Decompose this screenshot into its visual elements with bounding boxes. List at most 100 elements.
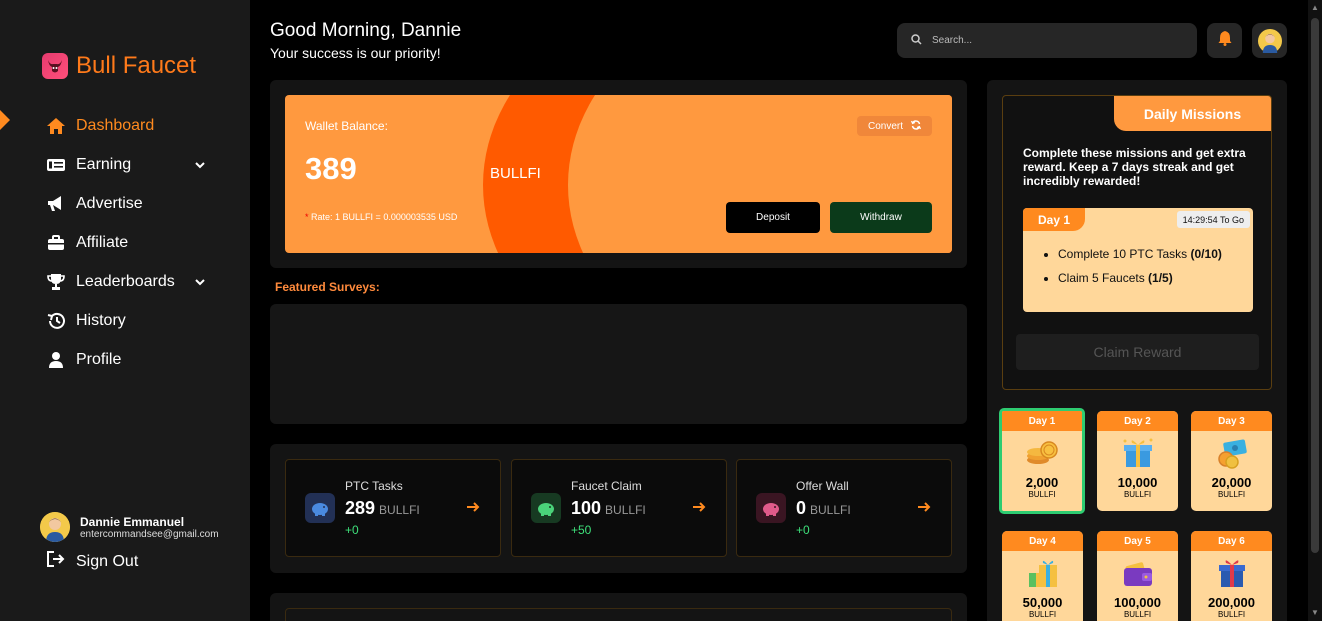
stat-number: 100: [571, 498, 602, 518]
arrow-right-icon[interactable]: [692, 500, 706, 518]
wallet-icon: [1097, 551, 1178, 595]
stat-delta: +0: [345, 523, 359, 537]
sidebar-item-label: Profile: [76, 350, 122, 368]
money-card-icon: [46, 155, 66, 175]
withdraw-button[interactable]: Withdraw: [830, 202, 932, 233]
day-card-1[interactable]: Day 1 2,000 BULLFI: [999, 408, 1085, 514]
gift-box-icon: [1097, 431, 1178, 475]
day-label: Day 3: [1191, 411, 1272, 431]
stat-card-faucet[interactable]: Faucet Claim 100 BULLFI +50: [511, 459, 727, 557]
sidebar-item-dashboard[interactable]: Dashboard: [46, 106, 206, 145]
active-nav-marker: [0, 110, 10, 130]
mission-task-list: Complete 10 PTC Tasks (0/10) Claim 5 Fau…: [1058, 247, 1222, 295]
scroll-down-icon[interactable]: ▼: [1311, 608, 1319, 617]
list-item: Complete 10 PTC Tasks (0/10): [1058, 247, 1222, 261]
sign-out-label: Sign Out: [76, 552, 139, 570]
search-icon: [911, 32, 922, 50]
mission-timer: 14:29:54 To Go: [1176, 211, 1250, 228]
user-email: entercommandsee@gmail.com: [80, 528, 219, 540]
chevron-down-icon[interactable]: [194, 156, 206, 174]
notifications-button[interactable]: [1207, 23, 1242, 58]
wallet-label: Wallet Balance:: [305, 119, 388, 133]
day-amount: 10,000: [1117, 475, 1158, 490]
piggy-bank-icon: [531, 493, 561, 523]
stat-card-offerwall[interactable]: Offer Wall 0 BULLFI +0: [736, 459, 952, 557]
app: Bull Faucet Dashboard Earning Advertise …: [0, 0, 1322, 621]
day-unit: BULLFI: [1028, 490, 1056, 499]
day-label: Day 2: [1097, 411, 1178, 431]
stat-value: 100 BULLFI: [571, 498, 646, 519]
scrollbar-thumb[interactable]: [1311, 18, 1319, 553]
sign-out-button[interactable]: Sign Out: [46, 550, 138, 573]
sidebar-item-earning[interactable]: Earning: [46, 145, 206, 184]
arrow-right-icon[interactable]: [466, 500, 480, 518]
missions-description: Complete these missions and get extra re…: [1023, 146, 1246, 188]
stat-delta: +0: [796, 523, 810, 537]
scroll-up-icon[interactable]: ▲: [1311, 3, 1319, 12]
convert-button[interactable]: Convert: [857, 116, 932, 136]
task-text: Complete 10 PTC Tasks: [1058, 247, 1188, 261]
piggy-bank-icon: [756, 493, 786, 523]
user-info[interactable]: Dannie Emmanuel entercommandsee@gmail.co…: [40, 512, 219, 542]
coins-icon: [1002, 431, 1082, 475]
arrow-right-icon[interactable]: [917, 500, 931, 518]
page-scrollbar[interactable]: ▲ ▼: [1308, 0, 1322, 621]
task-text: Claim 5 Faucets: [1058, 271, 1145, 285]
present-icon: [1191, 551, 1272, 595]
piggy-bank-icon: [305, 493, 335, 523]
sidebar-item-advertise[interactable]: Advertise: [46, 184, 206, 223]
day-card-6[interactable]: Day 6 200,000 BULLFI: [1191, 531, 1272, 621]
logo[interactable]: Bull Faucet: [42, 52, 196, 80]
stat-title: Offer Wall: [796, 479, 849, 493]
list-item: Claim 5 Faucets (1/5): [1058, 271, 1222, 285]
history-icon: [46, 311, 66, 331]
stat-value: 289 BULLFI: [345, 498, 420, 519]
greeting: Good Morning, Dannie Your success is our…: [270, 20, 461, 61]
featured-surveys-title: Featured Surveys:: [275, 280, 380, 294]
day-card-3[interactable]: Day 3 20,000 BULLFI: [1191, 411, 1272, 511]
chevron-down-icon[interactable]: [194, 273, 206, 291]
stat-number: 0: [796, 498, 807, 518]
refresh-icon: [910, 119, 922, 133]
sidebar-item-label: History: [76, 311, 126, 329]
sidebar-item-label: Leaderboards: [76, 272, 175, 290]
mission-day-card: Day 1 14:29:54 To Go Complete 10 PTC Tas…: [1023, 208, 1253, 312]
sidebar-item-history[interactable]: History: [46, 301, 206, 340]
sidebar-item-label: Affiliate: [76, 233, 129, 251]
convert-label: Convert: [867, 120, 903, 132]
sidebar-item-leaderboards[interactable]: Leaderboards: [46, 262, 206, 301]
trophy-icon: [46, 272, 66, 292]
stat-number: 289: [345, 498, 376, 518]
sidebar-item-label: Advertise: [76, 194, 143, 212]
bell-icon: [1218, 30, 1232, 51]
profile-avatar-button[interactable]: [1252, 23, 1287, 58]
stat-value: 0 BULLFI: [796, 498, 851, 519]
day-amount: 2,000: [1025, 475, 1059, 490]
stat-unit: BULLFI: [810, 503, 851, 517]
day-card-5[interactable]: Day 5 100,000 BULLFI: [1097, 531, 1178, 621]
day-card-2[interactable]: Day 2 10,000 BULLFI: [1097, 411, 1178, 511]
sidebar-item-profile[interactable]: Profile: [46, 340, 206, 379]
day-card-4[interactable]: Day 4 50,000 BULLFI: [1002, 531, 1083, 621]
task-progress: (1/5): [1148, 271, 1173, 285]
wallet-rate: * Rate: 1 BULLFI = 0.000003535 USD: [305, 212, 457, 222]
stat-card-ptc[interactable]: PTC Tasks 289 BULLFI +0: [285, 459, 501, 557]
bottom-card: [285, 608, 952, 621]
home-icon: [46, 116, 66, 136]
deposit-button[interactable]: Deposit: [726, 202, 820, 233]
cash-icon: [1191, 431, 1272, 475]
avatar: [40, 512, 70, 542]
user-name: Dannie Emmanuel: [80, 514, 185, 529]
gifts-icon: [1002, 551, 1083, 595]
page-subtitle: Your success is our priority!: [270, 45, 441, 61]
stat-delta: +50: [571, 523, 592, 537]
day-amount: 200,000: [1208, 595, 1255, 610]
day-label: Day 5: [1097, 531, 1178, 551]
sidebar-nav: Dashboard Earning Advertise Affiliate Le…: [46, 106, 206, 379]
search-input[interactable]: [932, 35, 1172, 46]
claim-reward-button[interactable]: Claim Reward: [1016, 334, 1259, 370]
briefcase-icon: [46, 233, 66, 253]
stat-title: Faucet Claim: [571, 479, 642, 493]
search-bar[interactable]: [897, 23, 1197, 58]
sidebar-item-affiliate[interactable]: Affiliate: [46, 223, 206, 262]
